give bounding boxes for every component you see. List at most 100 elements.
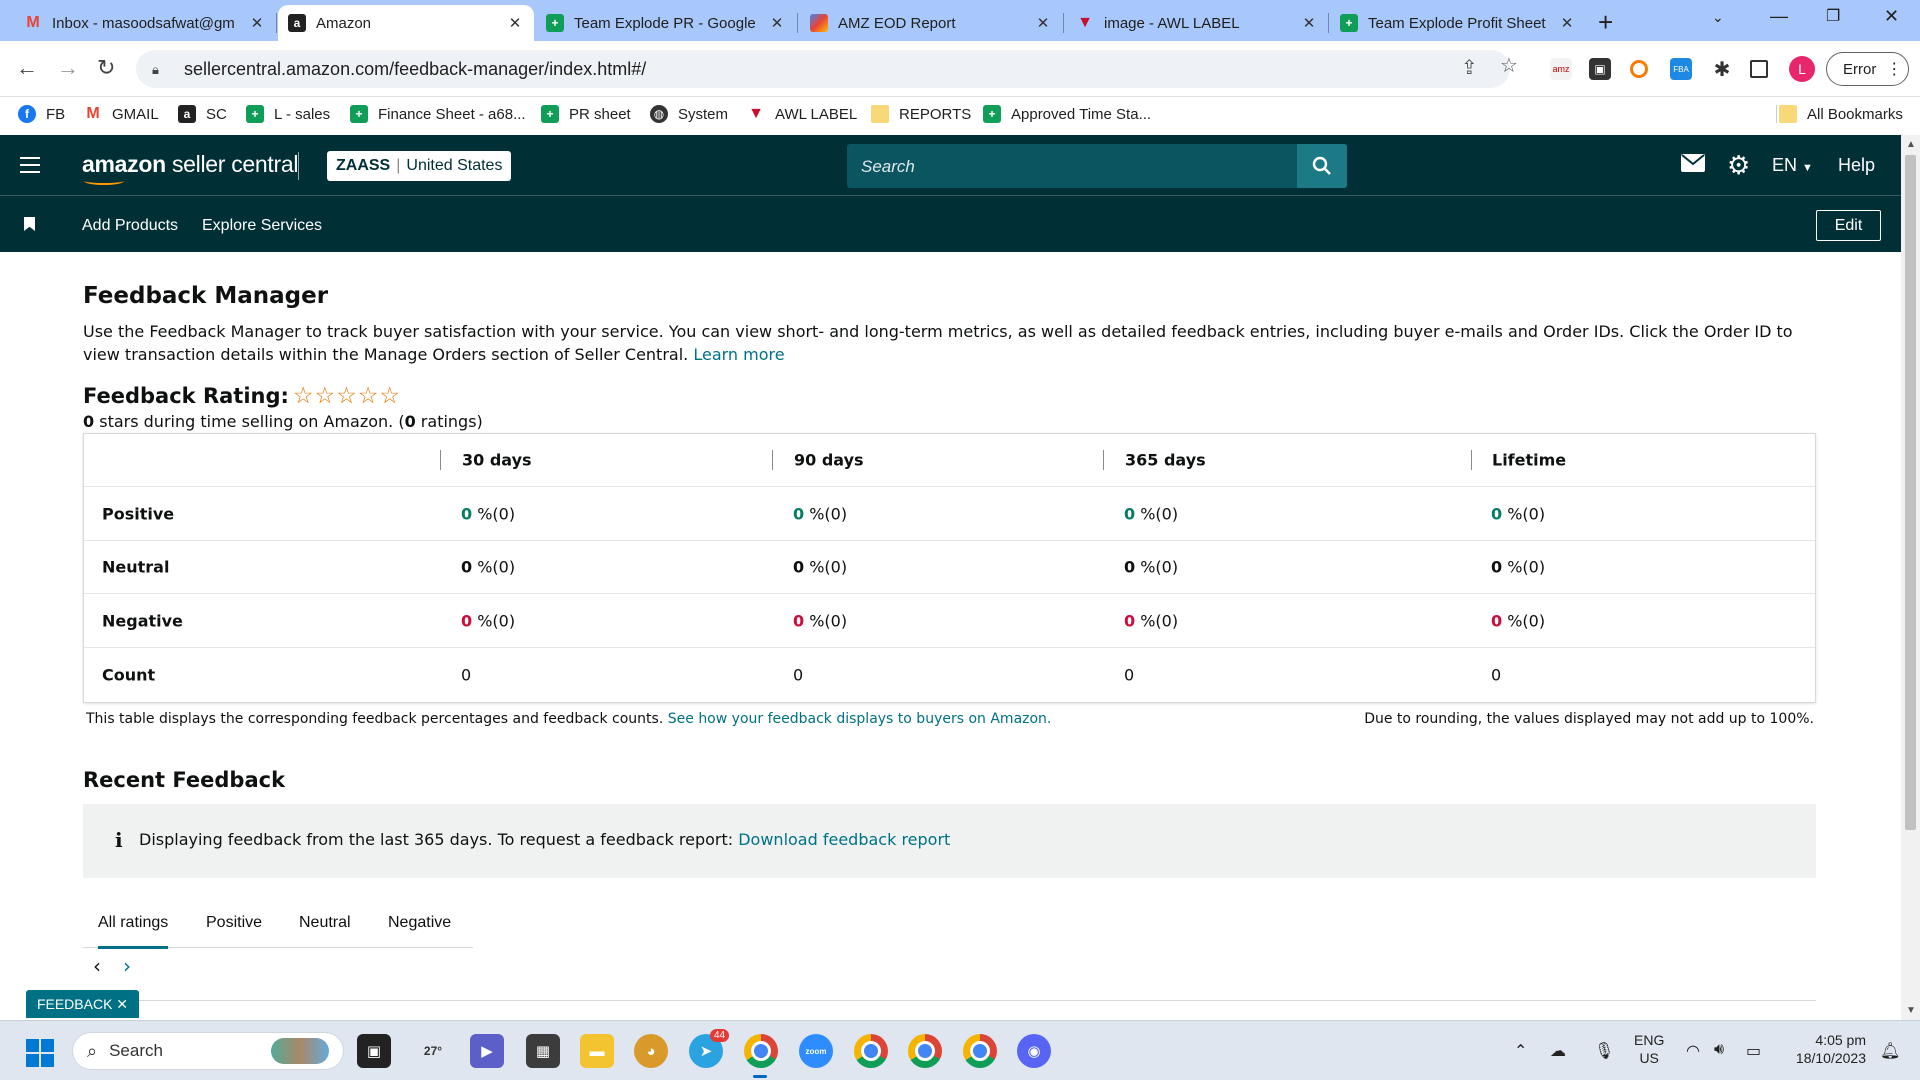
chrome-profile-l-icon[interactable]	[744, 1034, 778, 1068]
edit-button[interactable]: Edit	[1816, 210, 1881, 241]
mail-icon[interactable]	[1681, 152, 1705, 178]
scroll-up-icon[interactable]: ▲	[1906, 139, 1916, 150]
count-value: 0	[1491, 665, 1502, 685]
cell-count: %(0)	[1502, 611, 1546, 630]
tab-amazon[interactable]: a Amazon ✕	[278, 5, 534, 41]
file-explorer-icon[interactable]: ▬	[580, 1034, 614, 1068]
see-feedback-display-link[interactable]: See how your feedback displays to buyers…	[668, 711, 1052, 727]
extension-fba-icon[interactable]: FBA	[1670, 58, 1692, 80]
scrollbar-thumb[interactable]	[1905, 155, 1916, 830]
battery-icon[interactable]: ▭	[1746, 1041, 1761, 1061]
close-window-icon[interactable]: ✕	[1884, 6, 1899, 27]
amazon-icon: a	[178, 105, 196, 123]
profile-avatar[interactable]: L	[1789, 56, 1815, 82]
tray-chevron-up-icon[interactable]: ⌃	[1514, 1041, 1527, 1061]
bookmark-gmail[interactable]: M GMAIL	[84, 105, 158, 123]
bookmark-l-sales[interactable]: + L - sales	[246, 105, 330, 123]
teams-icon[interactable]: ▶	[470, 1034, 504, 1068]
hamburger-menu-icon[interactable]	[20, 157, 40, 178]
back-arrow-icon[interactable]: ←	[16, 55, 38, 81]
feedback-widget-button[interactable]: FEEDBACK ✕	[26, 990, 139, 1018]
store-switcher[interactable]: ZAASS | United States	[327, 151, 512, 181]
chrome-icon[interactable]	[854, 1034, 888, 1068]
scroll-down-icon[interactable]: ▼	[1906, 1005, 1916, 1016]
bookmark-fb[interactable]: f FB	[18, 105, 65, 123]
chrome-icon[interactable]	[963, 1034, 997, 1068]
tab-all-ratings[interactable]: All ratings	[98, 914, 169, 949]
table-row-negative: Negative 0 %(0) 0 %(0) 0 %(0) 0 %(0)	[84, 594, 1815, 648]
clock[interactable]: 4:05 pm 18/10/2023	[1782, 1031, 1866, 1067]
search-button[interactable]	[1297, 144, 1347, 188]
windows-start-icon[interactable]	[26, 1039, 54, 1067]
tab-team-explode-profit[interactable]: + Team Explode Profit Sheet ✕	[1330, 5, 1586, 41]
bookmark-sc[interactable]: a SC	[178, 105, 227, 123]
extension-orange-icon[interactable]	[1630, 60, 1648, 78]
language-selector[interactable]: EN ▼	[1772, 155, 1813, 176]
seller-central-logo[interactable]: amazon seller central	[82, 151, 298, 185]
bookmark-reports[interactable]: REPORTS	[871, 105, 971, 123]
table-cell: 0 %(0)	[1491, 558, 1545, 577]
tab-search-chevron-icon[interactable]: ⌄	[1712, 9, 1724, 26]
notification-bell-icon[interactable]: 🔔︎	[1880, 1041, 1900, 1061]
minimize-icon[interactable]: —	[1770, 6, 1788, 27]
learn-more-link[interactable]: Learn more	[693, 345, 784, 364]
download-feedback-report-link[interactable]: Download feedback report	[738, 830, 950, 849]
help-link[interactable]: Help	[1838, 155, 1875, 176]
reload-icon[interactable]: ↻	[97, 55, 115, 81]
address-bar[interactable]: 🔒︎ sellercentral.amazon.com/feedback-man…	[136, 50, 1510, 88]
page-scrollbar[interactable]: ▲ ▼	[1901, 135, 1920, 1020]
microphone-icon[interactable]: 🎙︎	[1594, 1041, 1614, 1061]
chevron-right-icon[interactable]: ›	[123, 954, 131, 978]
gear-icon[interactable]: ⚙	[1727, 150, 1750, 181]
onedrive-cloud-icon[interactable]: ☁	[1550, 1041, 1566, 1061]
close-icon[interactable]: ✕	[506, 14, 524, 32]
all-bookmarks[interactable]: All Bookmarks	[1776, 105, 1903, 123]
chrome-profile-g-icon[interactable]	[908, 1034, 942, 1068]
task-view-icon[interactable]: ▣	[357, 1034, 391, 1068]
tab-neutral[interactable]: Neutral	[299, 914, 351, 932]
app-icon[interactable]: ◕	[634, 1034, 668, 1068]
bookmark-icon[interactable]	[24, 217, 35, 231]
bookmark-approved-time[interactable]: + Approved Time Sta...	[983, 105, 1151, 123]
close-icon[interactable]: ✕	[1034, 14, 1052, 32]
rating-filter-tabs: All ratings Positive Neutral Negative	[83, 904, 473, 949]
zoom-icon[interactable]: zoom	[799, 1034, 833, 1068]
table-cell: 0 %(0)	[1491, 611, 1545, 630]
close-icon[interactable]: ✕	[1300, 14, 1318, 32]
tab-awl-label[interactable]: ▼ image - AWL LABEL ✕	[1066, 5, 1328, 41]
close-icon[interactable]: ✕	[248, 14, 266, 32]
calculator-icon[interactable]: ▦	[526, 1034, 560, 1068]
volume-icon[interactable]: 🔊︎	[1714, 1041, 1724, 1059]
chevron-left-icon[interactable]: ‹	[93, 954, 101, 978]
side-panel-icon[interactable]	[1750, 60, 1768, 78]
bookmark-pr-sheet[interactable]: + PR sheet	[541, 105, 631, 123]
tab-negative[interactable]: Negative	[388, 914, 451, 932]
taskbar-search[interactable]: ⌕ Search	[72, 1032, 344, 1070]
page-title: Feedback Manager	[83, 283, 329, 309]
nav-add-products[interactable]: Add Products	[82, 217, 178, 235]
search-input[interactable]: Search	[847, 144, 1347, 188]
weather-icon[interactable]: 27°	[416, 1034, 450, 1068]
tab-gmail-inbox[interactable]: M Inbox - masoodsafwat@gm ✕	[14, 5, 276, 41]
nav-explore-services[interactable]: Explore Services	[202, 217, 322, 235]
close-icon[interactable]: ✕	[1558, 14, 1576, 32]
bookmark-awl-label[interactable]: ▼ AWL LABEL	[747, 105, 857, 123]
extensions-puzzle-icon[interactable]: ✱	[1711, 58, 1733, 81]
bookmark-finance-sheet[interactable]: + Finance Sheet - a68...	[350, 105, 526, 123]
new-tab-plus-icon[interactable]: +	[1598, 7, 1613, 38]
forward-arrow-icon[interactable]: →	[57, 55, 79, 81]
bookmark-system[interactable]: ◍ System	[650, 105, 728, 123]
extension-camera-icon[interactable]: ▣	[1589, 58, 1611, 80]
wifi-icon[interactable]: ◠	[1686, 1041, 1700, 1061]
share-icon[interactable]: ⇪	[1461, 55, 1478, 80]
error-menu-button[interactable]: Error ⋮	[1826, 52, 1909, 86]
tab-team-explode-pr[interactable]: + Team Explode PR - Google ✕	[536, 5, 796, 41]
bookmark-star-icon[interactable]: ☆	[1500, 53, 1518, 78]
extension-icon[interactable]: amz	[1550, 58, 1572, 80]
discord-icon[interactable]: ◉	[1017, 1034, 1051, 1068]
restore-icon[interactable]: ❐	[1826, 6, 1840, 26]
tab-amz-eod-report[interactable]: AMZ EOD Report ✕	[800, 5, 1062, 41]
tab-positive[interactable]: Positive	[206, 914, 262, 932]
close-icon[interactable]: ✕	[768, 14, 786, 32]
language-indicator[interactable]: ENG US	[1634, 1031, 1664, 1067]
